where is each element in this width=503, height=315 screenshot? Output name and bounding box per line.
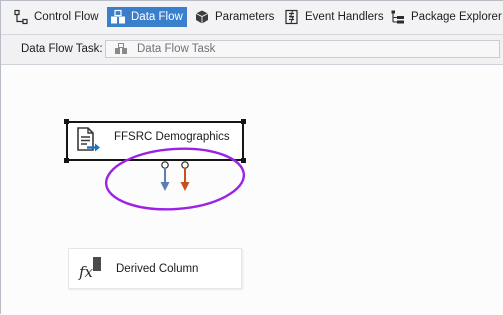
error-output-arrow[interactable] (180, 161, 190, 191)
tab-package-explorer[interactable]: Package Explorer (390, 7, 502, 27)
selection-handle[interactable] (64, 158, 69, 163)
data-flow-task-combo[interactable]: Data Flow Task (105, 40, 500, 58)
data-flow-icon (110, 9, 126, 25)
tab-event-handlers-label: Event Handlers (305, 11, 384, 23)
event-handlers-icon (284, 9, 300, 25)
package-explorer-icon (390, 9, 406, 25)
tab-control-flow-label: Control Flow (34, 11, 99, 23)
flat-file-source-icon (76, 127, 102, 155)
tab-data-flow-label: Data Flow (131, 11, 183, 23)
selection-handle[interactable] (64, 119, 69, 124)
data-flow-task-icon (114, 43, 128, 55)
tab-package-explorer-label: Package Explorer (411, 11, 502, 23)
tab-parameters[interactable]: Parameters (194, 7, 274, 27)
control-flow-icon (13, 9, 29, 25)
tab-control-flow[interactable]: Control Flow (13, 7, 99, 27)
derived-column-icon: fx (78, 256, 106, 282)
svg-text:fx: fx (78, 263, 94, 281)
tab-event-handlers[interactable]: Event Handlers (284, 7, 384, 27)
task-selector-row: Data Flow Task: Data Flow Task (1, 35, 503, 65)
designer-tab-bar: Control Flow Data Flow Parameters Event … (1, 1, 503, 35)
data-flow-canvas[interactable]: FFSRC Demographics fx Derived Column (1, 65, 503, 315)
tab-data-flow[interactable]: Data Flow (107, 7, 187, 27)
selection-handle[interactable] (241, 158, 246, 163)
tab-parameters-label: Parameters (215, 11, 275, 23)
flat-file-source-label: FFSRC Demographics (114, 131, 230, 143)
parameters-icon (194, 9, 210, 25)
derived-column-component[interactable]: fx Derived Column (68, 248, 242, 289)
task-selector-label: Data Flow Task: (21, 43, 103, 55)
selection-handle[interactable] (241, 119, 246, 124)
derived-column-label: Derived Column (116, 262, 199, 275)
flat-file-source-component[interactable]: FFSRC Demographics (66, 121, 244, 161)
data-flow-task-value: Data Flow Task (137, 43, 216, 55)
designer-window: Control Flow Data Flow Parameters Event … (0, 0, 503, 315)
data-output-arrow[interactable] (160, 161, 170, 191)
